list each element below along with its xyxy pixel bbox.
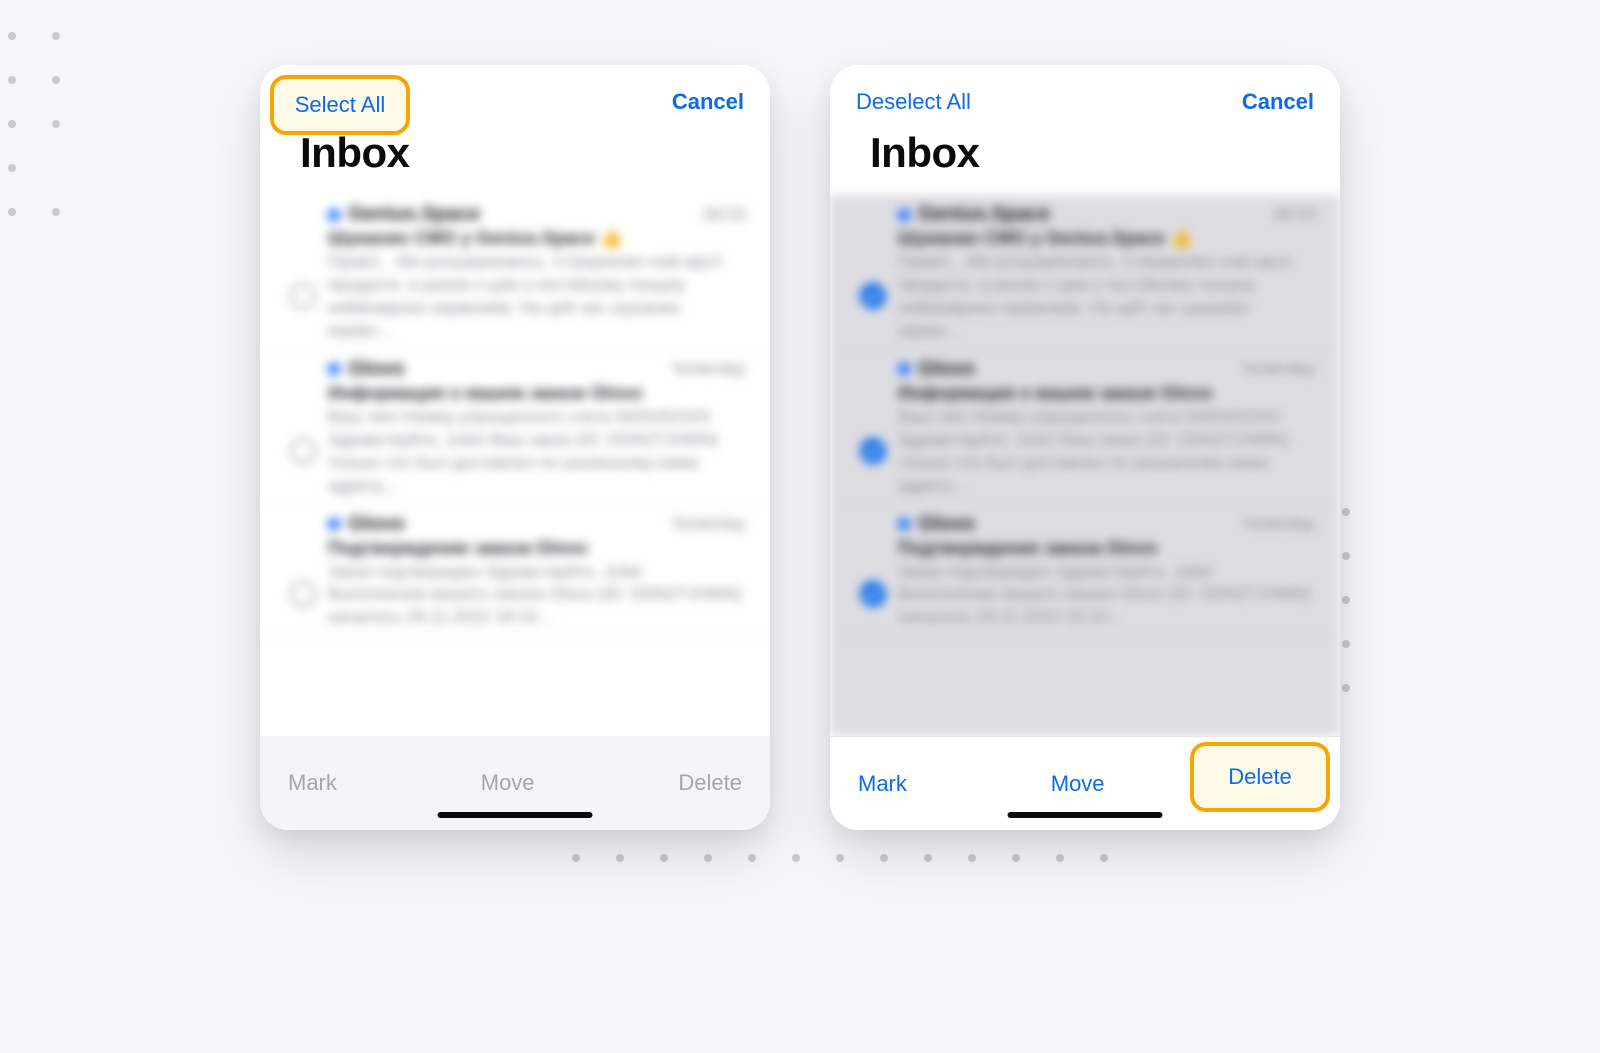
email-subject: Подтверждение заказа Glovo xyxy=(898,538,1316,559)
email-sender: Glovo xyxy=(348,513,405,536)
cancel-button[interactable]: Cancel xyxy=(672,89,744,115)
email-preview: Привіт, . Ми розширюємось. Створюємо нов… xyxy=(898,251,1316,343)
mark-button: Mark xyxy=(288,770,337,796)
email-time: 08:53 xyxy=(703,205,746,225)
email-row[interactable]: Glovo Yesterday Подтверждение заказа Glo… xyxy=(830,505,1340,637)
bottom-toolbar: Mark Move Delete xyxy=(830,736,1340,830)
unread-dot-icon xyxy=(328,363,340,375)
email-subject: Шукаємо CMO у Genius.Space 👍 xyxy=(328,228,746,249)
checkbox-empty-icon[interactable] xyxy=(290,283,316,309)
checkbox-empty-icon[interactable] xyxy=(290,438,316,464)
checkbox-checked-icon[interactable] xyxy=(860,438,886,464)
unread-dot-icon xyxy=(328,518,340,530)
cancel-button[interactable]: Cancel xyxy=(1242,89,1314,115)
unread-dot-icon xyxy=(898,518,910,530)
email-sender: Glovo xyxy=(348,358,405,381)
email-sender: Glovo xyxy=(918,358,975,381)
email-subject: Информация о вашем заказе Glovo xyxy=(328,383,746,404)
email-time: Yesterday xyxy=(671,359,746,379)
email-time: 08:53 xyxy=(1273,205,1316,225)
email-list[interactable]: Genius.Space 08:53 Шукаємо CMO у Genius.… xyxy=(260,195,770,736)
checkbox-checked-icon[interactable] xyxy=(860,283,886,309)
email-preview: Заказ подтвержден Здравствуйте, Julia! В… xyxy=(328,561,746,630)
deselect-all-button[interactable]: Deselect All xyxy=(856,89,971,115)
unread-dot-icon xyxy=(898,209,910,221)
checkbox-checked-icon[interactable] xyxy=(860,581,886,607)
move-button: Move xyxy=(481,770,535,796)
home-indicator-icon xyxy=(438,812,593,818)
phone-right: Deselect All Cancel Inbox Genius.Space 0… xyxy=(830,65,1340,830)
email-sender: Genius.Space xyxy=(918,203,1050,226)
phone-left: Select All Select All Cancel Inbox Geniu… xyxy=(260,65,770,830)
email-preview: Заказ подтвержден Здравствуйте, Julia! В… xyxy=(898,561,1316,630)
email-list[interactable]: Genius.Space 08:53 Шукаємо CMO у Genius.… xyxy=(830,195,1340,736)
inbox-title: Inbox xyxy=(830,125,1340,195)
mark-button[interactable]: Mark xyxy=(858,771,907,797)
unread-dot-icon xyxy=(328,209,340,221)
email-subject: Информация о вашем заказе Glovo xyxy=(898,383,1316,404)
email-time: Yesterday xyxy=(671,514,746,534)
email-row[interactable]: Glovo Yesterday Информация о вашем заказ… xyxy=(260,350,770,505)
email-sender: Glovo xyxy=(918,513,975,536)
home-indicator-icon xyxy=(1008,812,1163,818)
email-subject: Подтверждение заказа Glovo xyxy=(328,538,746,559)
email-preview: Ваш чек! Номер упрощенного счета 5005452… xyxy=(328,406,746,498)
email-preview: Привіт, . Ми розширюємось. Створюємо нов… xyxy=(328,251,746,343)
email-time: Yesterday xyxy=(1241,359,1316,379)
inbox-title: Inbox xyxy=(260,125,770,195)
move-button[interactable]: Move xyxy=(1051,771,1105,797)
email-row[interactable]: Genius.Space 08:53 Шукаємо CMO у Genius.… xyxy=(830,195,1340,350)
email-time: Yesterday xyxy=(1241,514,1316,534)
email-row[interactable]: Glovo Yesterday Информация о вашем заказ… xyxy=(830,350,1340,505)
email-preview: Ваш чек! Номер упрощенного счета 5005452… xyxy=(898,406,1316,498)
email-row[interactable]: Genius.Space 08:53 Шукаємо CMO у Genius.… xyxy=(260,195,770,350)
email-row[interactable]: Glovo Yesterday Подтверждение заказа Glo… xyxy=(260,505,770,637)
email-sender: Genius.Space xyxy=(348,203,480,226)
bottom-toolbar: Mark Move Delete xyxy=(260,736,770,830)
delete-button: Delete xyxy=(678,770,742,796)
unread-dot-icon xyxy=(898,363,910,375)
checkbox-empty-icon[interactable] xyxy=(290,581,316,607)
email-subject: Шукаємо CMO у Genius.Space 👍 xyxy=(898,228,1316,249)
